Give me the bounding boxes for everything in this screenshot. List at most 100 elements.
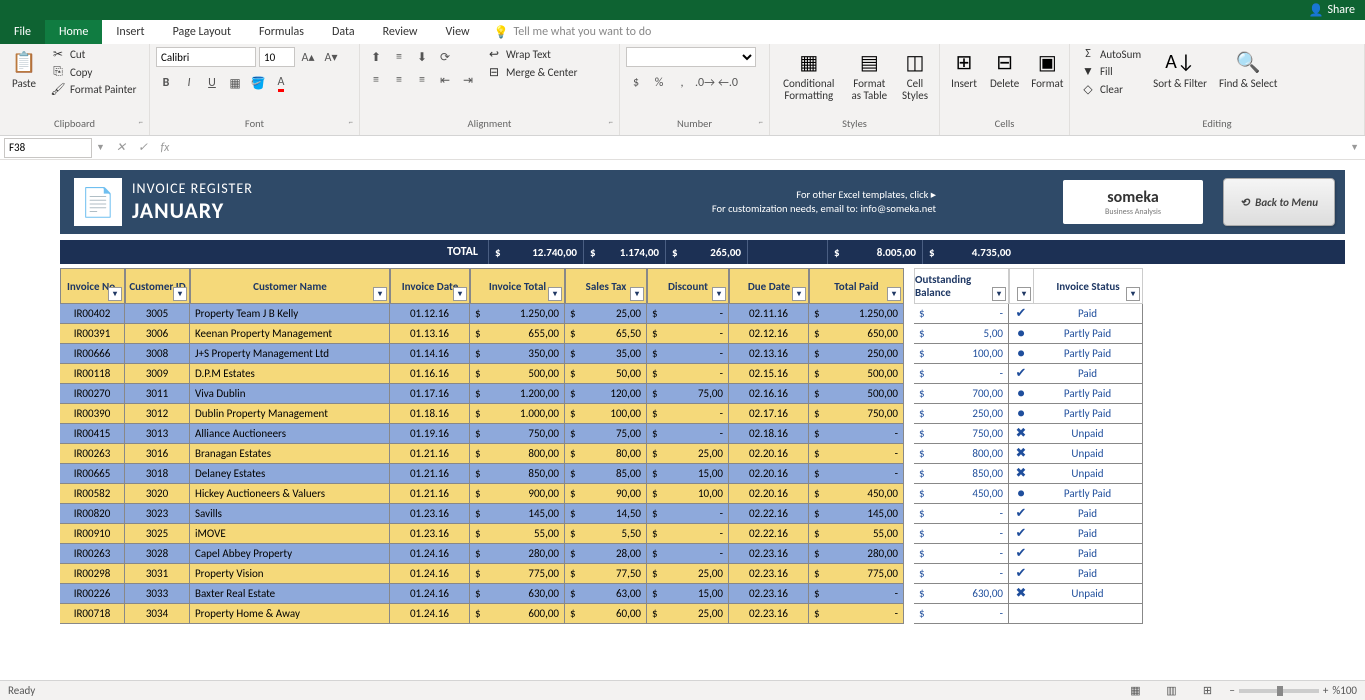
cell-customer-id[interactable]: 3018 xyxy=(125,464,190,484)
cell-due-date[interactable]: 02.16.16 xyxy=(729,384,809,404)
cell-total-paid[interactable]: $500,00 xyxy=(809,364,904,384)
cell-invoice-no[interactable]: IR00263 xyxy=(60,544,125,564)
table-row[interactable]: IR00270 3011 Viva Dublin 01.17.16 $1.200… xyxy=(60,384,1345,404)
cell-invoice-total[interactable]: $350,00 xyxy=(470,344,565,364)
cell-discount[interactable]: $- xyxy=(647,404,729,424)
cell-balance[interactable]: $700,00 xyxy=(914,384,1009,404)
clipboard-dialog-icon[interactable]: ⌐ xyxy=(139,117,143,128)
cell-invoice-date[interactable]: 01.19.16 xyxy=(390,424,470,444)
format-cells-button[interactable]: ▣Format xyxy=(1027,46,1067,92)
cell-total-paid[interactable]: $- xyxy=(809,604,904,624)
cell-sales-tax[interactable]: $120,00 xyxy=(565,384,647,404)
cell-due-date[interactable]: 02.23.16 xyxy=(729,604,809,624)
cell-invoice-total[interactable]: $750,00 xyxy=(470,424,565,444)
tell-me-input[interactable]: 💡 Tell me what you want to do xyxy=(484,20,662,44)
cell-due-date[interactable]: 02.23.16 xyxy=(729,564,809,584)
tab-page-layout[interactable]: Page Layout xyxy=(159,20,245,44)
cell-sales-tax[interactable]: $35,00 xyxy=(565,344,647,364)
italic-button[interactable]: I xyxy=(179,73,199,93)
cell-sales-tax[interactable]: $77,50 xyxy=(565,564,647,584)
cell-invoice-date[interactable]: 01.21.16 xyxy=(390,464,470,484)
format-painter-button[interactable]: 🖌Format Painter xyxy=(46,81,140,98)
cell-status[interactable]: Paid xyxy=(1033,364,1143,384)
cell-customer-name[interactable]: Savills xyxy=(190,504,390,524)
cell-invoice-no[interactable]: IR00263 xyxy=(60,444,125,464)
filter-dropdown-icon[interactable]: ▾ xyxy=(1017,287,1031,301)
cell-due-date[interactable]: 02.17.16 xyxy=(729,404,809,424)
cell-invoice-total[interactable]: $600,00 xyxy=(470,604,565,624)
tab-review[interactable]: Review xyxy=(369,20,432,44)
cell-customer-name[interactable]: Keenan Property Management xyxy=(190,324,390,344)
view-normal-button[interactable]: ▦ xyxy=(1121,683,1149,699)
cell-customer-name[interactable]: Branagan Estates xyxy=(190,444,390,464)
cell-sales-tax[interactable]: $63,00 xyxy=(565,584,647,604)
cell-balance[interactable]: $850,00 xyxy=(914,464,1009,484)
cell-due-date[interactable]: 02.13.16 xyxy=(729,344,809,364)
cell-invoice-total[interactable]: $775,00 xyxy=(470,564,565,584)
cell-balance[interactable]: $100,00 xyxy=(914,344,1009,364)
cell-due-date[interactable]: 02.22.16 xyxy=(729,524,809,544)
cell-discount[interactable]: $25,00 xyxy=(647,444,729,464)
cell-balance[interactable]: $- xyxy=(914,504,1009,524)
cell-invoice-date[interactable]: 01.12.16 xyxy=(390,304,470,324)
col-customer-name[interactable]: Customer Name▾ xyxy=(190,268,390,304)
enter-formula-button[interactable]: ✓ xyxy=(133,138,153,158)
align-center-button[interactable]: ≡ xyxy=(389,70,409,90)
cell-status[interactable]: Paid xyxy=(1033,544,1143,564)
cell-customer-name[interactable]: Hickey Auctioneers & Valuers xyxy=(190,484,390,504)
cell-invoice-no[interactable]: IR00118 xyxy=(60,364,125,384)
col-status[interactable]: Invoice Status▾ xyxy=(1033,268,1143,304)
cut-button[interactable]: ✂Cut xyxy=(46,46,140,63)
table-row[interactable]: IR00665 3018 Delaney Estates 01.21.16 $8… xyxy=(60,464,1345,484)
font-color-button[interactable]: A xyxy=(271,73,291,93)
cell-total-paid[interactable]: $- xyxy=(809,424,904,444)
increase-decimal-button[interactable]: .0→ xyxy=(695,73,715,93)
increase-font-button[interactable]: A▴ xyxy=(298,47,318,67)
table-row[interactable]: IR00390 3012 Dublin Property Management … xyxy=(60,404,1345,424)
cell-discount[interactable]: $15,00 xyxy=(647,584,729,604)
cell-status[interactable]: Paid xyxy=(1033,524,1143,544)
cell-total-paid[interactable]: $650,00 xyxy=(809,324,904,344)
cell-total-paid[interactable]: $- xyxy=(809,584,904,604)
cell-total-paid[interactable]: $280,00 xyxy=(809,544,904,564)
cell-customer-name[interactable]: iMOVE xyxy=(190,524,390,544)
align-left-button[interactable]: ≡ xyxy=(366,70,386,90)
cell-status[interactable]: Partly Paid xyxy=(1033,404,1143,424)
cell-discount[interactable]: $- xyxy=(647,324,729,344)
table-row[interactable]: IR00666 3008 J+S Property Management Ltd… xyxy=(60,344,1345,364)
cell-invoice-total[interactable]: $55,00 xyxy=(470,524,565,544)
cell-sales-tax[interactable]: $25,00 xyxy=(565,304,647,324)
sort-filter-button[interactable]: A↓Sort & Filter xyxy=(1149,46,1211,92)
cell-balance[interactable]: $- xyxy=(914,304,1009,324)
cell-invoice-date[interactable]: 01.17.16 xyxy=(390,384,470,404)
cell-due-date[interactable]: 02.23.16 xyxy=(729,544,809,564)
percent-format-button[interactable]: % xyxy=(649,73,669,93)
filter-dropdown-icon[interactable]: ▾ xyxy=(453,287,467,301)
cell-due-date[interactable]: 02.15.16 xyxy=(729,364,809,384)
cell-balance[interactable]: $750,00 xyxy=(914,424,1009,444)
cell-balance[interactable]: $5,00 xyxy=(914,324,1009,344)
table-row[interactable]: IR00391 3006 Keenan Property Management … xyxy=(60,324,1345,344)
cell-invoice-no[interactable]: IR00820 xyxy=(60,504,125,524)
cell-discount[interactable]: $- xyxy=(647,544,729,564)
cell-discount[interactable]: $- xyxy=(647,504,729,524)
col-customer-id[interactable]: Customer ID▾ xyxy=(125,268,190,304)
cell-invoice-total[interactable]: $145,00 xyxy=(470,504,565,524)
cell-discount[interactable]: $- xyxy=(647,344,729,364)
sheet-area[interactable]: 📄 INVOICE REGISTER JANUARY For other Exc… xyxy=(0,160,1365,680)
cell-invoice-total[interactable]: $900,00 xyxy=(470,484,565,504)
cell-invoice-date[interactable]: 01.23.16 xyxy=(390,504,470,524)
fx-button[interactable]: fx xyxy=(155,138,175,158)
decrease-indent-button[interactable]: ⇤ xyxy=(435,70,455,90)
cell-status[interactable]: Partly Paid xyxy=(1033,344,1143,364)
cell-invoice-no[interactable]: IR00402 xyxy=(60,304,125,324)
format-as-table-button[interactable]: ▤Format as Table xyxy=(846,46,893,104)
cell-customer-name[interactable]: Alliance Auctioneers xyxy=(190,424,390,444)
cell-customer-id[interactable]: 3023 xyxy=(125,504,190,524)
cell-balance[interactable]: $630,00 xyxy=(914,584,1009,604)
fill-color-button[interactable]: 🪣 xyxy=(248,73,268,93)
cell-status[interactable]: Partly Paid xyxy=(1033,484,1143,504)
filter-dropdown-icon[interactable]: ▾ xyxy=(173,287,187,301)
cell-status[interactable]: Unpaid xyxy=(1033,584,1143,604)
cell-balance[interactable]: $800,00 xyxy=(914,444,1009,464)
